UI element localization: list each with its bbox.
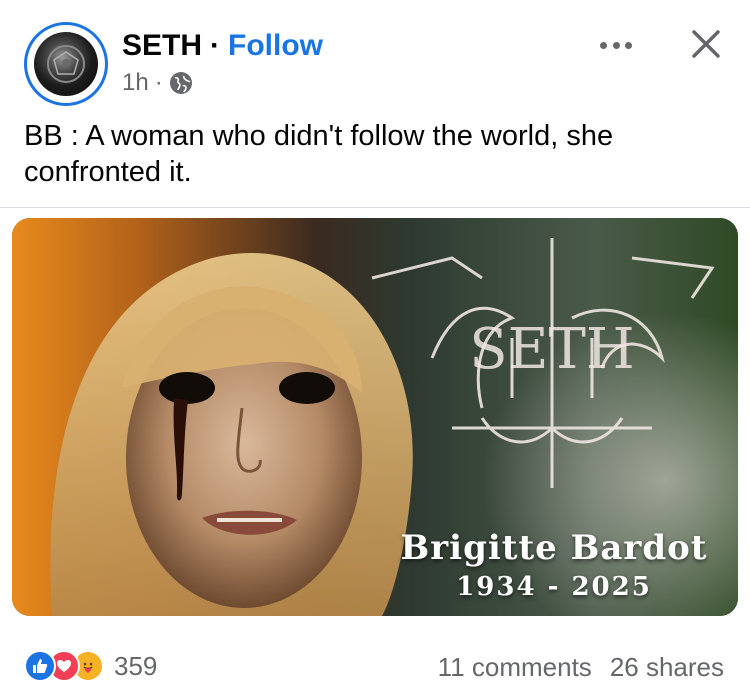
engagement-bar: 359 11 comments 26 shares bbox=[0, 630, 750, 696]
caption-years: 1934 - 2025 bbox=[456, 572, 652, 602]
post-text: BB : A woman who didn't follow the world… bbox=[24, 120, 614, 188]
image-caption: Brigitte Bardot 1934 - 2025 bbox=[384, 528, 724, 602]
meta-separator: · bbox=[154, 69, 163, 96]
avatar[interactable] bbox=[34, 32, 98, 96]
post-header: SETH · Follow 1h · bbox=[0, 0, 750, 110]
name-row: SETH · Follow bbox=[122, 28, 323, 64]
more-dot-icon bbox=[612, 41, 620, 49]
post-meta: 1h · bbox=[122, 68, 193, 98]
comments-count[interactable]: 11 comments bbox=[438, 652, 592, 683]
reactions-summary[interactable]: 359 bbox=[24, 650, 157, 682]
more-dot-icon bbox=[625, 41, 632, 49]
globe-icon bbox=[169, 72, 192, 94]
post-image[interactable]: SETH Brigitte Bardot 1934 - 2025 bbox=[12, 218, 738, 616]
more-dot-icon bbox=[600, 41, 607, 49]
more-horizontal-icon[interactable] bbox=[596, 30, 636, 60]
reaction-count: 359 bbox=[114, 650, 158, 681]
author-name[interactable]: SETH bbox=[122, 29, 202, 63]
story-ring[interactable] bbox=[24, 22, 108, 106]
caption-name: Brigitte Bardot bbox=[400, 528, 708, 568]
logo-text: SETH bbox=[469, 317, 634, 382]
shares-count[interactable]: 26 shares bbox=[610, 652, 724, 683]
name-separator: · bbox=[210, 29, 221, 62]
close-icon[interactable] bbox=[686, 24, 726, 64]
comment-share-stats: 11 comments 26 shares bbox=[438, 652, 724, 683]
follow-button[interactable]: Follow bbox=[228, 29, 323, 63]
post-time[interactable]: 1h bbox=[122, 69, 149, 97]
divider bbox=[0, 207, 750, 208]
like-icon bbox=[24, 650, 56, 682]
